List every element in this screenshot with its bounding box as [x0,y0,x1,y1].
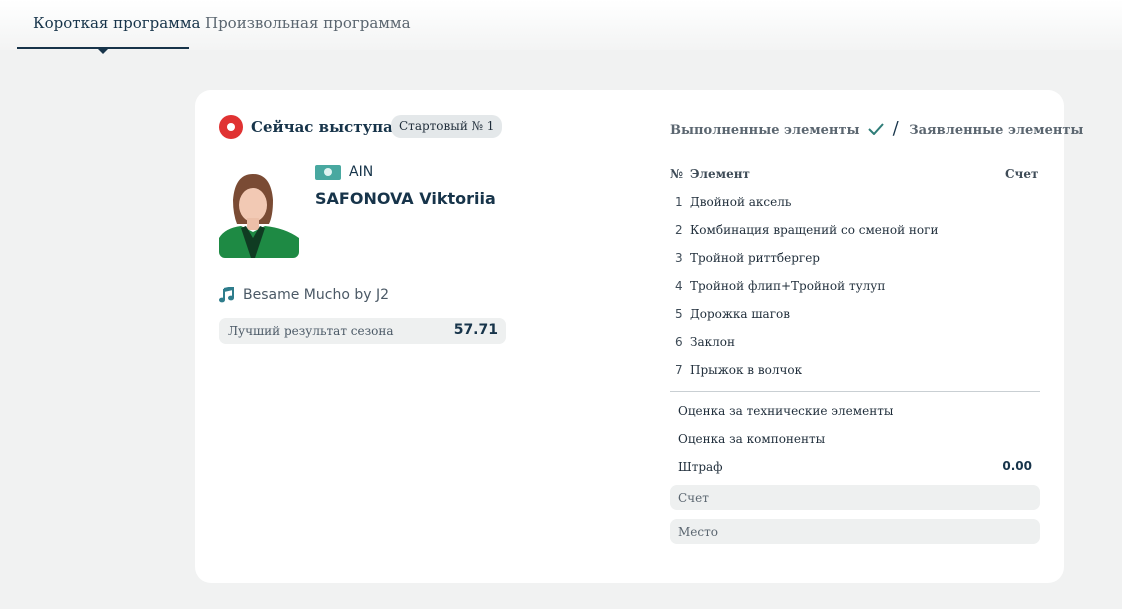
element-name: Прыжок в волчок [690,363,803,377]
tech-score-row: Оценка за технические элементы [678,402,1032,422]
element-name: Тройной флип+Тройной тулуп [690,279,886,293]
element-number: 1 [675,195,683,209]
total-score-box: Счет [670,485,1040,510]
element-name: Тройной риттбергер [690,251,820,265]
column-header-score: Счет [1005,167,1039,181]
element-row: 3 Тройной риттбергер [670,249,1040,269]
elements-divider [670,391,1040,392]
season-best-value: 57.71 [453,322,498,338]
element-row: 4 Тройной флип+Тройной тулуп [670,277,1040,297]
active-tab-caret [98,49,108,54]
current-performer-card: Сейчас выступает Стартовый № 1 AIN SAFON… [195,90,1083,583]
place-box: Место [670,519,1040,544]
athlete-name: SAFONOVA Viktoriia [315,189,496,208]
elements-header: Выполненные элементы / Заявленные элемен… [670,118,1083,139]
start-number-badge: Стартовый № 1 [391,115,503,138]
element-number: 4 [675,279,683,293]
total-score-label: Счет [678,491,709,505]
athlete-country: AIN [349,164,374,180]
check-icon [868,123,884,135]
season-best-label: Лучший результат сезона [228,324,394,338]
element-number: 3 [675,251,683,265]
element-number: 5 [675,307,683,321]
element-number: 6 [675,335,683,349]
components-score-row: Оценка за компоненты [678,430,1032,450]
music-title: Besame Mucho by J2 [243,287,389,303]
penalty-value: 0.00 [1002,459,1032,473]
tech-score-label: Оценка за технические элементы [678,404,894,418]
element-row: 7 Прыжок в волчок [670,361,1040,381]
element-name: Комбинация вращений со сменой ноги [690,223,939,237]
season-best: Лучший результат сезона 57.71 [219,318,506,344]
element-row: 5 Дорожка шагов [670,305,1040,325]
element-row: 6 Заклон [670,333,1040,353]
now-performing-label: Сейчас выступает [251,118,412,136]
music-note-icon [219,287,234,303]
place-label: Место [678,525,718,539]
penalty-row: Штраф 0.00 [678,458,1032,478]
penalty-label: Штраф [678,460,723,474]
record-icon [219,115,243,139]
element-row: 2 Комбинация вращений со сменой ноги [670,221,1040,241]
athlete-photo [219,168,299,258]
header-separator: / [892,118,899,139]
declared-elements-tab[interactable]: Заявленные элементы [909,123,1083,138]
tab-short-program[interactable]: Короткая программа [33,14,200,32]
program-tabs: Короткая программа Произвольная программ… [0,0,1122,54]
tab-free-program[interactable]: Произвольная программа [205,14,411,32]
element-name: Дорожка шагов [690,307,790,321]
element-number: 7 [675,363,683,377]
column-header-element: Элемент [690,167,750,181]
ain-flag-icon [315,165,341,180]
element-name: Заклон [690,335,735,349]
column-header-number: № [670,167,684,181]
executed-elements-tab[interactable]: Выполненные элементы [670,123,860,138]
element-row: 1 Двойной аксель [670,193,1040,213]
components-score-label: Оценка за компоненты [678,432,826,446]
element-name: Двойной аксель [690,195,792,209]
element-number: 2 [675,223,683,237]
